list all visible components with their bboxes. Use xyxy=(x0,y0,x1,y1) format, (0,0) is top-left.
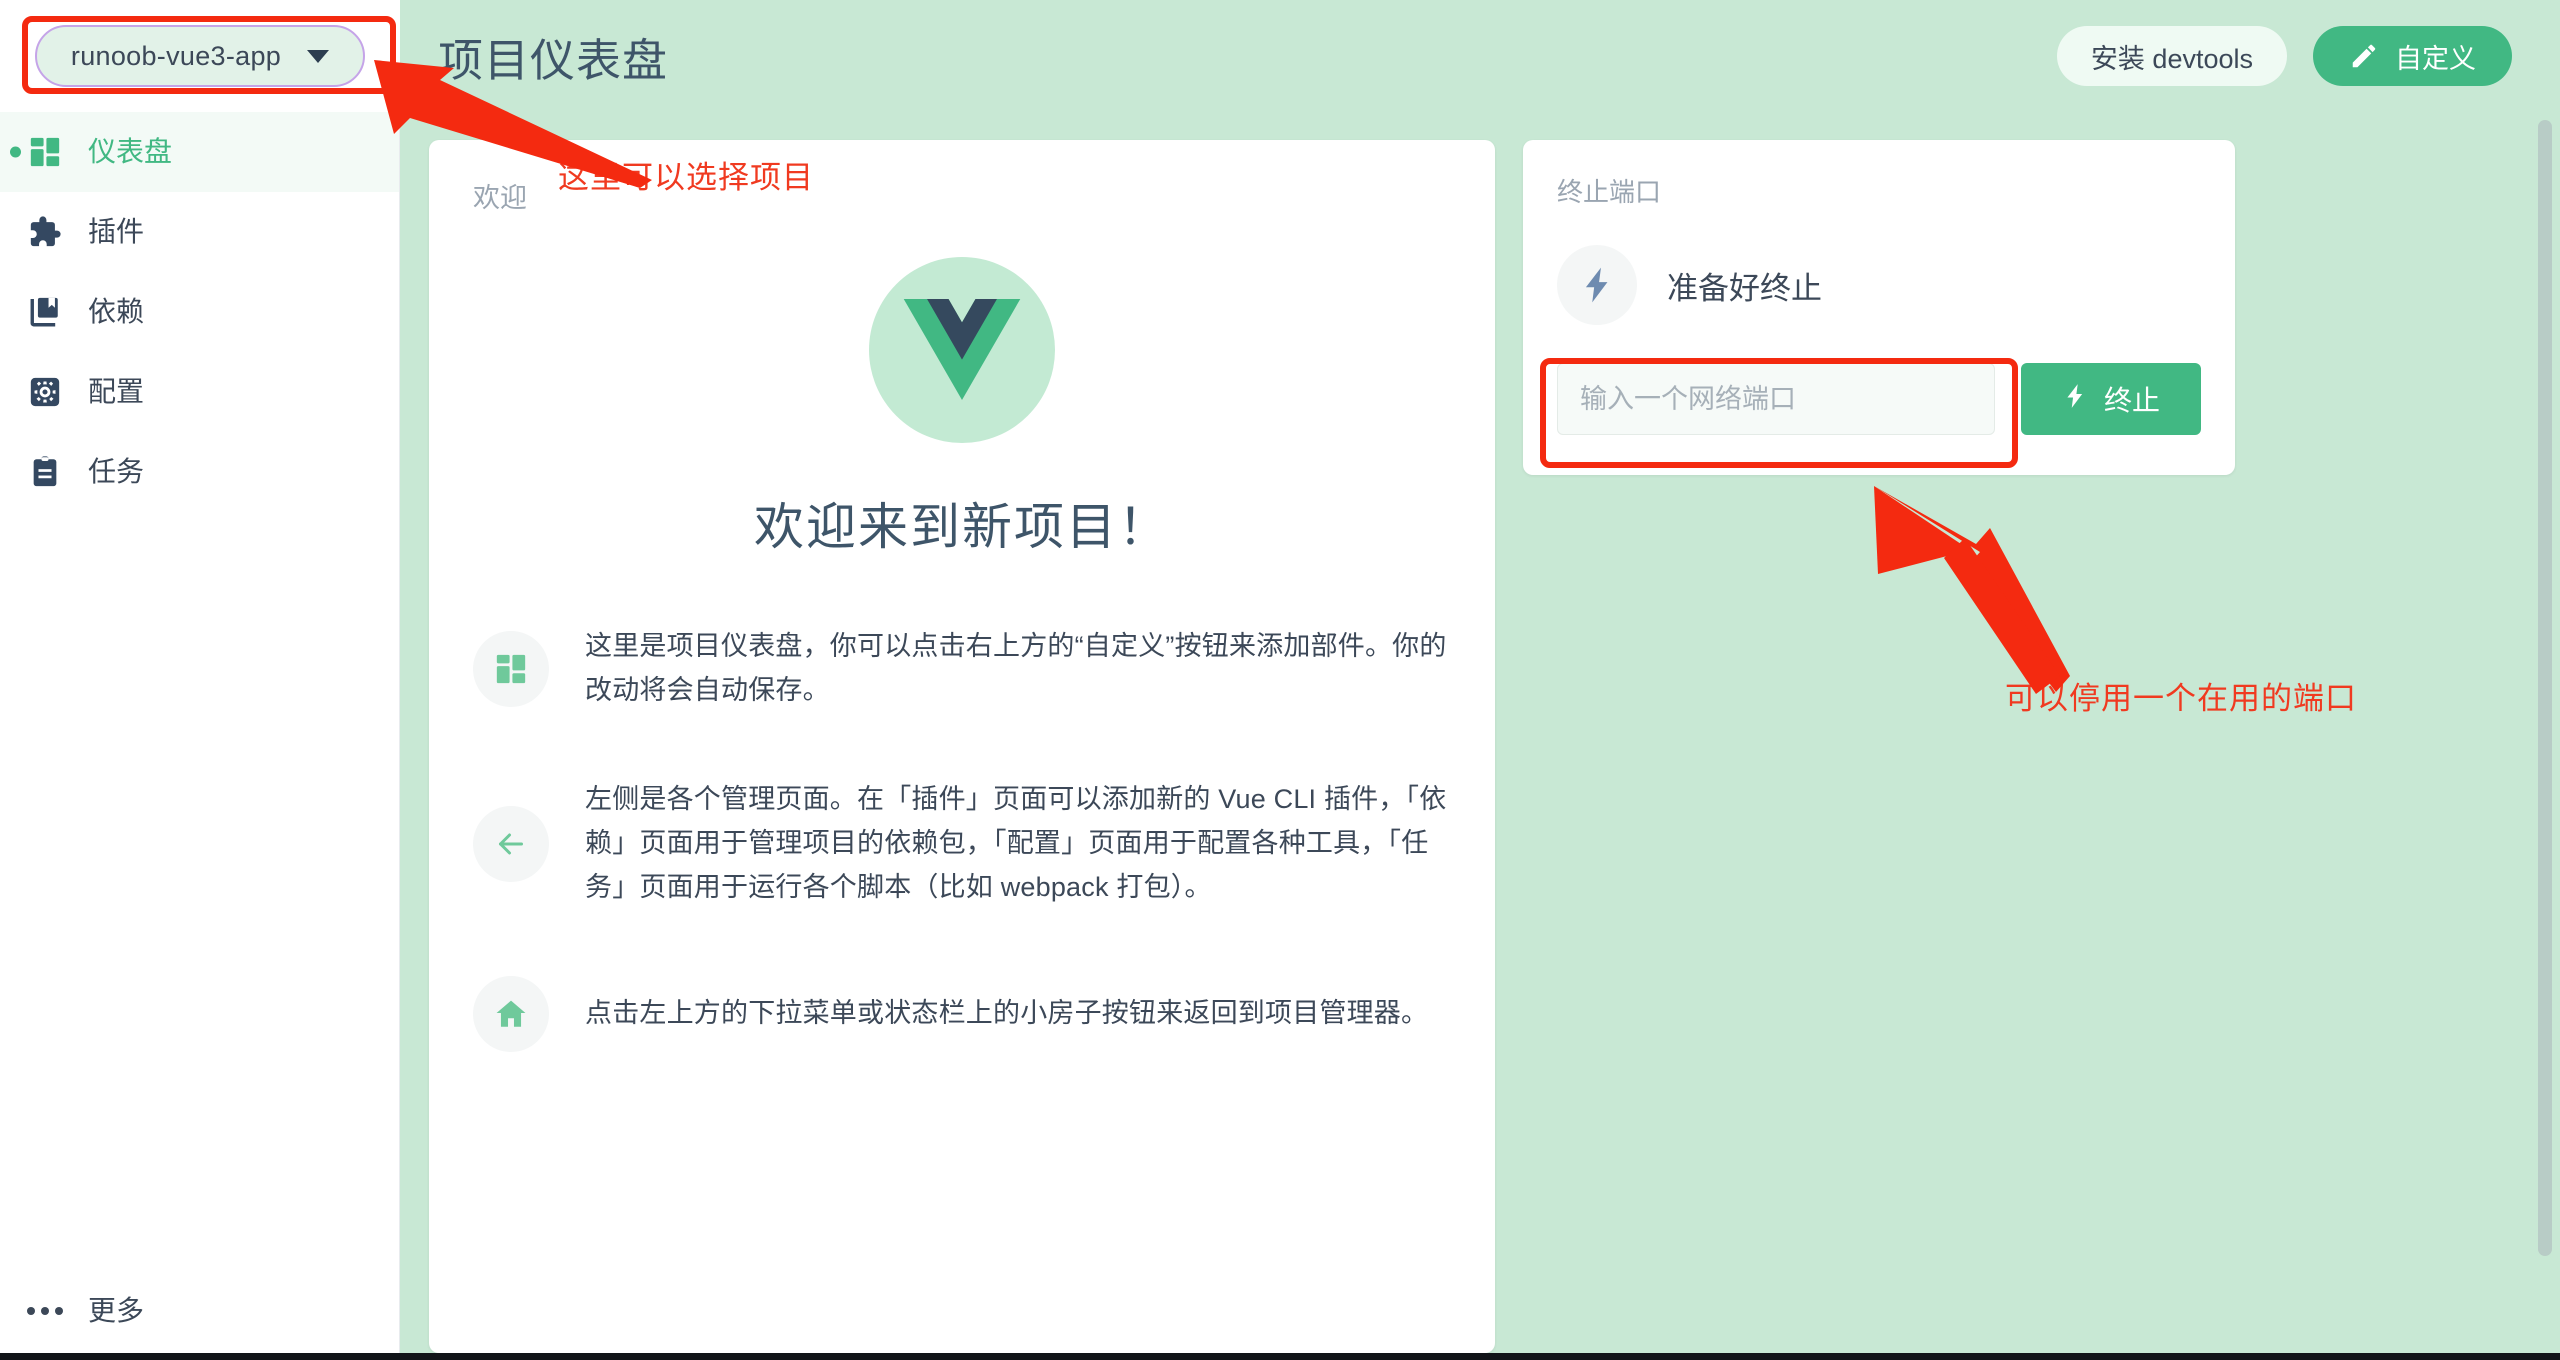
bolt-icon xyxy=(2062,383,2088,416)
port-input[interactable] xyxy=(1557,363,1995,435)
feature-row: 左侧是各个管理页面。在「插件」页面可以添加新的 Vue CLI 插件，「依赖」页… xyxy=(473,778,1451,909)
top-bar-actions: 安装 devtools 自定义 xyxy=(2056,26,2512,86)
project-selector[interactable]: runoob-vue3-app xyxy=(34,25,366,87)
welcome-label: 欢迎 xyxy=(473,183,527,213)
page-title: 项目仪表盘 xyxy=(438,34,669,86)
sidebar-item-label: 配置 xyxy=(88,376,145,407)
sidebar-item-label: 插件 xyxy=(88,216,145,247)
vertical-scrollbar[interactable] xyxy=(2538,120,2552,1300)
active-indicator-dot xyxy=(10,146,21,158)
ellipsis-icon xyxy=(24,1307,66,1315)
dashboard-icon xyxy=(473,630,549,707)
terminate-button-label: 终止 xyxy=(2103,385,2160,416)
book-icon xyxy=(24,291,66,333)
clipboard-icon xyxy=(24,451,66,493)
feature-text: 点击左上方的下拉菜单或状态栏上的小房子按钮来返回到项目管理器。 xyxy=(585,997,1429,1028)
vue-cli-ui-window: runoob-vue3-app 项目仪表盘 安装 devtools 自定义 仪表… xyxy=(0,0,2560,1360)
customize-button[interactable]: 自定义 xyxy=(2313,26,2512,86)
customize-button-label: 自定义 xyxy=(2395,43,2476,74)
welcome-heading: 欢迎来到新项目！ xyxy=(754,499,1170,555)
sidebar-item-plugins[interactable]: 插件 xyxy=(0,192,399,272)
terminate-status: 准备好终止 xyxy=(1557,245,2201,325)
chevron-down-icon xyxy=(307,49,330,63)
sidebar-item-label: 依赖 xyxy=(88,296,145,327)
puzzle-icon xyxy=(24,211,66,253)
sidebar-item-label: 任务 xyxy=(88,456,145,487)
feature-row: 点击左上方的下拉菜单或状态栏上的小房子按钮来返回到项目管理器。 xyxy=(473,975,1451,1052)
project-name-label: runoob-vue3-app xyxy=(70,40,282,71)
project-selector-zone: runoob-vue3-app xyxy=(0,0,400,112)
sidebar-item-label: 仪表盘 xyxy=(88,136,173,167)
sidebar-item-configuration[interactable]: 配置 xyxy=(0,352,399,432)
sidebar-item-more[interactable]: 更多 xyxy=(0,1269,399,1353)
arrow-left-icon xyxy=(473,806,549,883)
feature-text: 左侧是各个管理页面。在「插件」页面可以添加新的 Vue CLI 插件，「依赖」页… xyxy=(585,784,1447,902)
sidebar-item-label: 更多 xyxy=(88,1295,145,1326)
welcome-card: 欢迎 欢迎来到新项目！ 这里是项目仪表盘，你可以点击右上方的“自定义”按钮来添加… xyxy=(429,140,1495,1353)
dashboard-icon xyxy=(24,131,66,173)
sidebar-item-tasks[interactable]: 任务 xyxy=(0,432,399,512)
feature-list: 这里是项目仪表盘，你可以点击右上方的“自定义”按钮来添加部件。你的改动将会自动保… xyxy=(473,625,1451,1052)
scrollbar-thumb[interactable] xyxy=(2538,120,2552,1256)
bottom-strip xyxy=(0,1353,2560,1360)
sidebar-item-dashboard[interactable]: 仪表盘 xyxy=(0,112,399,192)
terminate-button[interactable]: 终止 xyxy=(2021,363,2201,435)
terminate-port-card: 终止端口 准备好终止 输入一个网络端口 终止 xyxy=(1523,140,2235,475)
pencil-icon xyxy=(2349,41,2379,71)
terminate-card-title: 终止端口 xyxy=(1557,177,1662,207)
bolt-icon xyxy=(1557,245,1637,325)
feature-text: 这里是项目仪表盘，你可以点击右上方的“自定义”按钮来添加部件。你的改动将会自动保… xyxy=(585,631,1447,705)
vue-logo-icon xyxy=(869,257,1055,443)
right-column: 终止端口 准备好终止 输入一个网络端口 终止 xyxy=(1523,140,2235,1353)
top-bar: runoob-vue3-app 项目仪表盘 安装 devtools 自定义 xyxy=(0,0,2560,112)
top-bar-main: 项目仪表盘 安装 devtools 自定义 xyxy=(400,0,2560,112)
home-icon xyxy=(473,975,549,1052)
vue-logo-wrapper xyxy=(473,257,1451,443)
feature-row: 这里是项目仪表盘，你可以点击右上方的“自定义”按钮来添加部件。你的改动将会自动保… xyxy=(473,625,1451,712)
install-devtools-button[interactable]: 安装 devtools xyxy=(2056,26,2287,86)
sidebar-item-dependencies[interactable]: 依赖 xyxy=(0,272,399,352)
terminate-input-row: 终止 xyxy=(1557,363,2201,435)
main-content: 欢迎 欢迎来到新项目！ 这里是项目仪表盘，你可以点击右上方的“自定义”按钮来添加… xyxy=(401,112,2560,1353)
terminate-status-text: 准备好终止 xyxy=(1667,270,1822,306)
sidebar: 仪表盘 插件 依赖 配置 任务 更多 xyxy=(0,112,400,1353)
gear-icon xyxy=(24,371,66,413)
